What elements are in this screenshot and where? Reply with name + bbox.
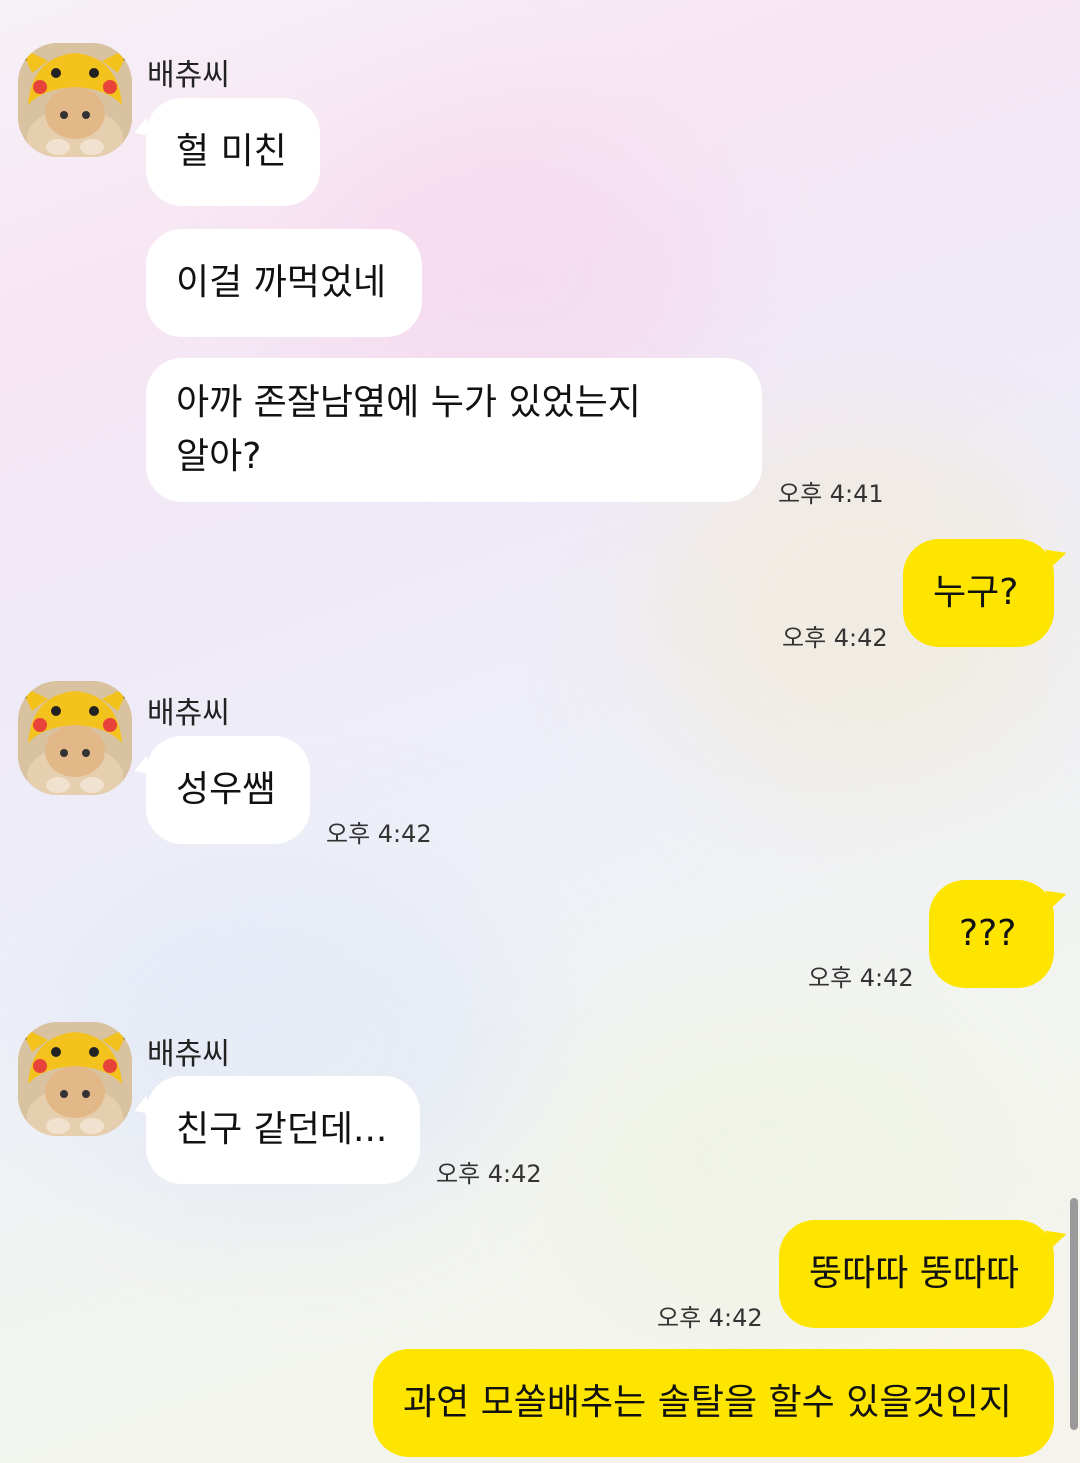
message-bubble-friend[interactable]: 헐 미친 xyxy=(146,98,320,206)
message-bubble-me[interactable]: 뚱따따 뚱따따 xyxy=(779,1220,1054,1328)
message-timestamp: 오후 4:42 xyxy=(657,1304,763,1332)
pikachu-hat-cat-icon xyxy=(18,681,132,795)
message-bubble-friend[interactable]: 이걸 까먹었네 xyxy=(146,229,422,337)
pikachu-hat-cat-icon xyxy=(18,1022,132,1136)
message-timestamp: 오후 4:42 xyxy=(808,964,914,992)
message-bubble-me[interactable]: ??? xyxy=(929,880,1054,988)
sender-name: 배츄씨 xyxy=(147,58,230,93)
message-text: 과연 모쏠배추는 솔탈을 할수 있을것인지 xyxy=(403,1382,1012,1423)
message-timestamp: 오후 4:42 xyxy=(782,624,888,652)
pikachu-hat-cat-icon xyxy=(18,43,132,157)
message-bubble-me[interactable]: 누구? xyxy=(903,539,1054,647)
sender-name: 배츄씨 xyxy=(147,1037,230,1072)
friend-avatar[interactable] xyxy=(18,681,132,795)
chat-room: 배츄씨 헐 미친 이걸 까먹었네 아까 존잘남옆에 누가 있었는지 알아? 오후… xyxy=(0,0,1080,1463)
message-text: ??? xyxy=(959,913,1017,954)
message-timestamp: 오후 4:41 xyxy=(778,480,884,508)
message-timestamp: 오후 4:42 xyxy=(326,820,432,848)
message-text-line: 아까 존잘남옆에 누가 있었는지 xyxy=(176,382,641,423)
sender-name: 배츄씨 xyxy=(147,696,230,731)
message-text: 뚱따따 뚱따따 xyxy=(809,1253,1020,1294)
message-text: 헐 미친 xyxy=(176,131,287,172)
message-text: 친구 같던데... xyxy=(176,1109,388,1150)
message-bubble-friend[interactable]: 아까 존잘남옆에 누가 있었는지 알아? xyxy=(146,358,762,502)
message-text-line: 알아? xyxy=(176,436,262,477)
message-timestamp: 오후 4:42 xyxy=(436,1160,542,1188)
message-bubble-me[interactable]: 과연 모쏠배추는 솔탈을 할수 있을것인지 xyxy=(373,1349,1054,1457)
message-text: 이걸 까먹었네 xyxy=(176,262,387,303)
message-bubble-friend[interactable]: 친구 같던데... xyxy=(146,1076,420,1184)
friend-avatar[interactable] xyxy=(18,1022,132,1136)
scrollbar[interactable] xyxy=(1070,1198,1078,1430)
message-text: 성우쌤 xyxy=(176,769,276,810)
message-text: 누구? xyxy=(933,572,1019,613)
friend-avatar[interactable] xyxy=(18,43,132,157)
message-bubble-friend[interactable]: 성우쌤 xyxy=(146,736,310,844)
